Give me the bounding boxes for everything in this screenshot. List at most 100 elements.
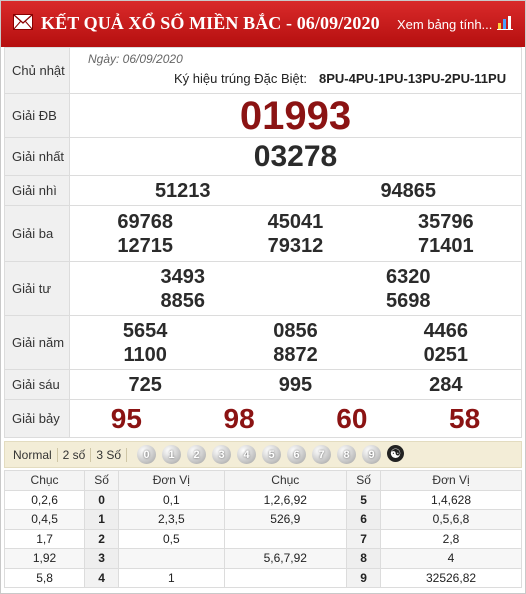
cell-so: 0: [84, 489, 120, 510]
prize-g6-value: 725: [128, 373, 162, 396]
prize-g3-value: 69768: [117, 210, 173, 233]
table-row: 1,92 3 5,6,7,92 8 4: [3, 548, 522, 569]
cell-chuc: 5,8: [3, 567, 86, 588]
cell-donvi: 4: [380, 548, 522, 569]
filter-3-digits[interactable]: 3 Số: [91, 447, 128, 462]
prize-g4-value: 8856: [160, 289, 206, 312]
prize-g6-value: 995: [278, 373, 313, 396]
digit-ball-9[interactable]: 9: [362, 445, 382, 464]
digit-ball-2[interactable]: 2: [187, 445, 207, 464]
prize-g5-value: 0856: [273, 319, 318, 342]
cell-chuc: 5,6,7,92: [223, 548, 348, 569]
col-header-donvi: Đơn Vị: [380, 470, 522, 491]
filter-bar: Normal 2 số 3 Số 0 1 2 3 4 5 6 7 8 9 ☯: [4, 441, 522, 468]
results-frame: KẾT QUẢ XỔ SỐ MIỀN BẮC - 06/09/2020 Xem …: [0, 0, 526, 594]
prize-g5-value: 4466: [423, 319, 469, 342]
prize-label-g1: Giải nhất: [4, 137, 70, 176]
table-row: 1,7 2 0,5 7 2,8: [3, 528, 522, 549]
prize-g7-value: 60: [336, 402, 368, 434]
cell-so: 9: [346, 567, 382, 588]
prize-g6-cell: 725 995 284: [69, 369, 522, 400]
cell-donvi: [118, 548, 225, 569]
info-cell: Ngày: 06/09/2020 Ký hiệu trúng Đặc Biệt:…: [69, 47, 522, 94]
cell-donvi: 32526,82: [380, 567, 522, 588]
view-spreadsheet-link[interactable]: Xem bảng tính...: [397, 17, 492, 32]
digit-ball-3[interactable]: 3: [212, 445, 232, 464]
cell-chuc: 0,4,5: [3, 509, 86, 530]
yin-yang-icon[interactable]: ☯: [387, 445, 405, 462]
prize-label-g5: Giải năm: [4, 315, 70, 370]
digit-ball-7[interactable]: 7: [312, 445, 332, 464]
prize-label-g2: Giải nhì: [4, 175, 70, 206]
cell-so: 1: [84, 509, 120, 530]
prize-g2-value: 94865: [380, 179, 437, 202]
digit-ball-0[interactable]: 0: [137, 445, 157, 464]
digit-ball-8[interactable]: 8: [337, 445, 357, 464]
prize-g2-cell: 51213 94865: [69, 175, 522, 206]
prize-g3-value: 71401: [418, 234, 474, 257]
special-code-label: Ký hiệu trúng Đặc Biệt:: [174, 71, 307, 86]
loto-table: Chục Số Đơn Vị Chục Số Đơn Vị 0,2,6 0 0,…: [3, 470, 522, 588]
col-header-so: Số: [84, 470, 120, 491]
cell-so: 7: [346, 528, 382, 549]
cell-chuc: [223, 528, 348, 549]
prize-g4-value: 5698: [386, 289, 431, 312]
cell-chuc: 1,7: [3, 528, 86, 549]
prize-g5-value: 5654: [122, 319, 168, 342]
filter-2-digits[interactable]: 2 số: [58, 447, 92, 462]
prize-g7-value: 95: [110, 402, 142, 434]
table-row: 0,2,6 0 0,1 1,2,6,92 5 1,4,628: [3, 489, 522, 510]
special-code-value: 8PU-4PU-1PU-13PU-2PU-11PU: [318, 71, 507, 86]
prize-db-value: 01993: [69, 93, 522, 138]
cell-donvi: 1,4,628: [380, 489, 522, 510]
table-row: 0,4,5 1 2,3,5 526,9 6 0,5,6,8: [3, 509, 522, 530]
header-bar: KẾT QUẢ XỔ SỐ MIỀN BẮC - 06/09/2020 Xem …: [1, 1, 525, 47]
prize-g7-value: 58: [449, 402, 481, 434]
cell-donvi: 2,8: [380, 528, 522, 549]
col-header-donvi: Đơn Vị: [118, 470, 225, 491]
digit-ball-5[interactable]: 5: [262, 445, 282, 464]
prize-g4-value: 3493: [160, 265, 206, 288]
cell-so: 4: [84, 567, 120, 588]
prize-g3-value: 12715: [117, 234, 173, 257]
prize-g2-value: 51213: [154, 179, 211, 202]
cell-donvi: 0,5,6,8: [380, 509, 522, 530]
cell-chuc: 1,2,6,92: [223, 489, 348, 510]
digit-ball-4[interactable]: 4: [237, 445, 257, 464]
bar-chart-icon[interactable]: [497, 14, 513, 30]
page-title: KẾT QUẢ XỔ SỐ MIỀN BẮC - 06/09/2020: [41, 13, 380, 33]
table-row: 5,8 4 1 9 32526,82: [3, 567, 522, 588]
cell-chuc: 1,92: [3, 548, 86, 569]
prize-g7-cell: 95 98 60 58: [69, 399, 522, 438]
digit-ball-1[interactable]: 1: [162, 445, 182, 464]
prize-g6-value: 284: [429, 373, 463, 396]
special-code: Ký hiệu trúng Đặc Biệt: 8PU-4PU-1PU-13PU-…: [174, 71, 506, 86]
cell-chuc: 526,9: [223, 509, 348, 530]
prize-label-g4: Giải tư: [4, 261, 70, 316]
prize-label-g6: Giải sáu: [4, 369, 70, 400]
prize-g4-value: 6320: [386, 265, 431, 288]
cell-so: 6: [346, 509, 382, 530]
cell-so: 5: [346, 489, 382, 510]
col-header-chuc: Chục: [3, 470, 86, 491]
col-header-chuc: Chục: [223, 470, 348, 491]
loto-header-row: Chục Số Đơn Vị Chục Số Đơn Vị: [3, 470, 522, 491]
col-header-so: Số: [346, 470, 382, 491]
prize-label-db: Giải ĐB: [4, 93, 70, 138]
cell-donvi: 1: [118, 567, 225, 588]
prize-g3-value: 45041: [267, 210, 324, 233]
prize-g1-value: 03278: [69, 137, 522, 176]
prize-g3-cell: 69768 45041 35796 12715 79312 71401: [69, 205, 522, 262]
draw-date: Ngày: 06/09/2020: [88, 52, 183, 66]
prize-g3-value: 79312: [267, 234, 324, 257]
cell-so: 8: [346, 548, 382, 569]
prize-g4-cell: 3493 6320 8856 5698: [69, 261, 522, 316]
cell-donvi: 0,1: [118, 489, 225, 510]
digit-ball-6[interactable]: 6: [287, 445, 307, 464]
filter-normal[interactable]: Normal: [5, 447, 58, 462]
cell-chuc: 0,2,6: [3, 489, 86, 510]
prize-g5-cell: 5654 0856 4466 1100 8872 0251: [69, 315, 522, 370]
digit-highlight-buttons: 0 1 2 3 4 5 6 7 8 9 ☯: [137, 445, 405, 464]
prize-g5-value: 1100: [123, 343, 167, 366]
weekday-label: Chủ nhật: [4, 47, 70, 94]
